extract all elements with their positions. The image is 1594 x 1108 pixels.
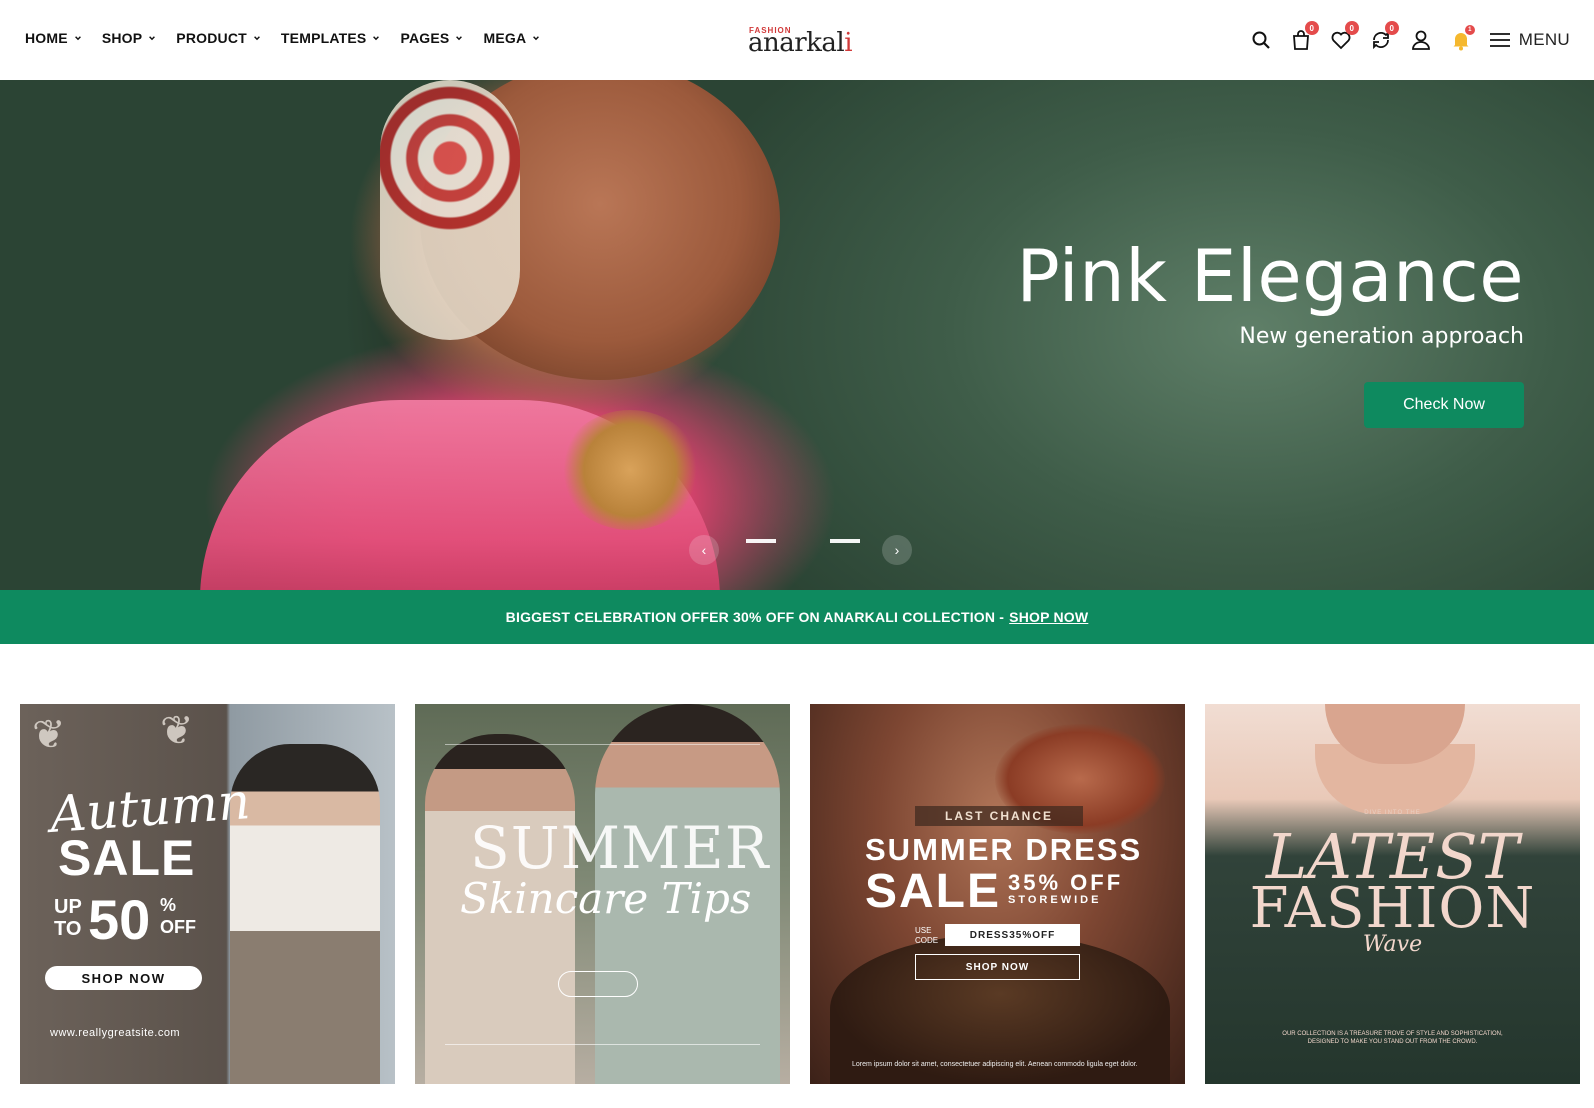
discount-text: 35% OFF [1008, 870, 1124, 895]
nav-label: HOME [25, 30, 68, 46]
nav-item-mega[interactable]: MEGA [483, 30, 540, 46]
autumn-shop-now-button[interactable]: SHOP NOW [45, 966, 202, 990]
slider-next-button[interactable]: › [882, 535, 912, 565]
nav-item-templates[interactable]: TEMPLATES [281, 30, 381, 46]
chevron-right-icon: › [894, 542, 900, 558]
logo-name: anarkal [747, 28, 845, 58]
sale-heading: SALE [58, 830, 196, 886]
hero-hair-flowers [380, 80, 520, 340]
hero-subtitle: New generation approach [1239, 324, 1524, 349]
site-header: HOME SHOP PRODUCT TEMPLATES PAGES MEGA F… [0, 0, 1594, 80]
use-label: USE [915, 926, 932, 935]
sale-heading: SALE [865, 865, 1002, 918]
slider-prev-button[interactable]: ‹ [689, 535, 719, 565]
site-url: www.reallygreatsite.com [50, 1027, 181, 1039]
chevron-down-icon [254, 36, 260, 41]
to-label: TO [54, 918, 82, 940]
last-chance-badge: LAST CHANCE [915, 806, 1083, 826]
off-text: OFF [160, 917, 196, 937]
hero-slider: Pink Elegance New generation approach Ch… [0, 80, 1594, 590]
nav-label: SHOP [101, 30, 143, 46]
menu-label: MENU [1518, 30, 1570, 49]
use-code-label: USE CODE [915, 926, 938, 946]
header-icons: 0 0 0 1 MENU [1235, 21, 1570, 54]
nav-item-product[interactable]: PRODUCT [176, 30, 261, 46]
promo-card-autumn-sale[interactable]: ❦ ❦ Autumn SALE UP TO 50 % OFF SHOP NOW ww… [20, 704, 395, 1084]
nav-label: TEMPLATES [280, 30, 367, 46]
nav-item-home[interactable]: HOME [25, 30, 82, 46]
chevron-down-icon [149, 36, 156, 41]
wave-script: Wave [1362, 932, 1423, 957]
offer-text: BIGGEST CELEBRATION OFFER 30% OFF ON ANA… [505, 609, 1005, 625]
nav-item-pages[interactable]: PAGES [400, 30, 463, 46]
logo-name-accent: i [844, 28, 853, 58]
notification-button[interactable]: 1 [1447, 25, 1475, 54]
up-label: UP [54, 896, 82, 918]
wishlist-count-badge: 0 [1344, 21, 1359, 35]
nav-label: PAGES [400, 30, 450, 46]
promo-card-summer-dress-sale[interactable]: LAST CHANCE SUMMER DRESS SALE 35% OFF ST… [810, 704, 1185, 1084]
slider-dots [746, 539, 860, 543]
hamburger-icon [1489, 33, 1510, 47]
nav-label: MEGA [483, 30, 527, 46]
logo-wordmark: anarkali [745, 28, 855, 58]
hero-necklace [560, 410, 700, 530]
chevron-down-icon [456, 36, 463, 41]
divider [445, 744, 760, 745]
leaf-icon: ❦ [32, 713, 66, 757]
up-to-label: UP TO [54, 896, 82, 940]
promo-card-latest-fashion[interactable]: DIVE INTO THE LATEST FASHION Wave OUR CO… [1205, 704, 1580, 1084]
check-now-button[interactable]: Check Now [1364, 382, 1524, 428]
cart-count-badge: 0 [1304, 21, 1319, 35]
wishlist-button[interactable]: 0 [1327, 21, 1359, 54]
chevron-down-icon [373, 36, 380, 41]
search-icon [1252, 31, 1270, 49]
divider [445, 1044, 760, 1045]
compare-button[interactable]: 0 [1367, 21, 1399, 54]
offer-shop-now-link[interactable]: SHOP NOW [1009, 609, 1088, 625]
search-button[interactable] [1247, 26, 1275, 54]
nav-item-shop[interactable]: SHOP [102, 30, 156, 46]
storewide-text: STOREWIDE [1008, 894, 1102, 906]
notification-count-badge: 1 [1464, 25, 1475, 35]
compare-count-badge: 0 [1384, 21, 1399, 35]
percent-sign: % [160, 895, 177, 915]
leaf-icon: ❦ [160, 709, 194, 753]
card-footnote: OUR COLLECTION IS A TREASURE TROVE OF ST… [1282, 1031, 1503, 1045]
chevron-down-icon [533, 36, 540, 41]
chevron-left-icon: ‹ [701, 542, 707, 558]
menu-button[interactable]: MENU [1489, 30, 1570, 50]
model-figure [230, 744, 380, 1084]
offer-banner: BIGGEST CELEBRATION OFFER 30% OFF ON ANA… [0, 590, 1594, 644]
card-footnote: Lorem ipsum dolor sit amet, consectetuer… [852, 1061, 1138, 1068]
summer-heading: SUMMER [470, 814, 770, 882]
summer-dress-heading: SUMMER DRESS [865, 832, 1143, 867]
slider-dot[interactable] [830, 539, 860, 543]
skincare-tips-script: Skincare Tips [460, 874, 752, 923]
cart-button[interactable]: 0 [1287, 21, 1319, 54]
hero-title: Pink Elegance [1016, 234, 1524, 318]
dress-shop-now-button[interactable]: SHOP NOW [915, 954, 1080, 980]
slider-dot[interactable] [788, 539, 818, 543]
nav-label: PRODUCT [176, 30, 247, 46]
site-logo[interactable]: FASHION anarkali [745, 22, 855, 58]
arrow-pill-button[interactable] [558, 971, 638, 997]
user-icon [1411, 30, 1430, 50]
main-nav: HOME SHOP PRODUCT TEMPLATES PAGES MEGA [25, 30, 560, 46]
chevron-down-icon [74, 36, 81, 41]
off-label: % OFF [160, 894, 196, 938]
discount-percent: 50 [88, 888, 151, 951]
dive-into-label: DIVE INTO THE [1364, 810, 1421, 816]
promo-code-box: DRESS35%OFF [945, 924, 1080, 946]
slider-dot[interactable] [746, 539, 776, 543]
account-button[interactable] [1407, 26, 1435, 54]
promo-card-summer-skincare[interactable]: SUMMER Skincare Tips [415, 704, 790, 1084]
code-label: CODE [915, 936, 939, 945]
